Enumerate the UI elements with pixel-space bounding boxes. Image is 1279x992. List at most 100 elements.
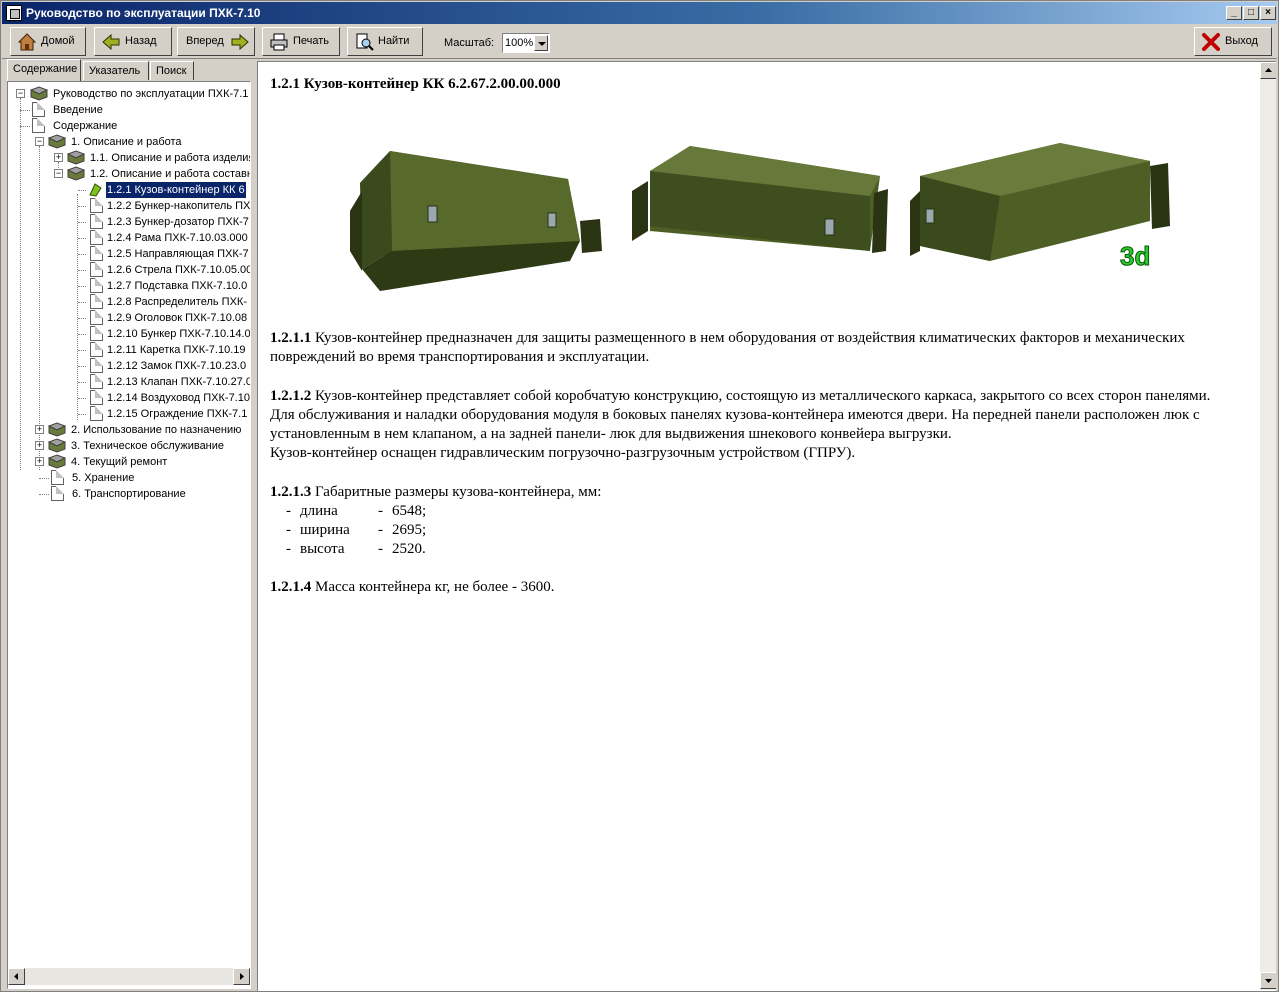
expand-icon[interactable]: + xyxy=(35,457,44,466)
tree-node-ch2[interactable]: + 2. Использование по назначению xyxy=(32,422,250,438)
tree-label: 1.2.12 Замок ПХК-7.10.23.0 xyxy=(107,360,247,372)
page-icon xyxy=(32,102,45,117)
page-icon xyxy=(90,262,103,277)
tree-node-item[interactable]: 1.2.13 Клапан ПХК-7.10.27.0 xyxy=(78,374,250,390)
tree-node-item[interactable]: 1.2.1 Кузов-контейнер КК 6 xyxy=(78,181,250,199)
tree-label: 1.2.3 Бункер-дозатор ПХК-7 xyxy=(107,216,249,228)
zoom-value: 100% xyxy=(505,37,534,49)
dimension-row: - длина -6548; xyxy=(286,503,427,519)
collapse-icon[interactable]: − xyxy=(35,137,44,146)
chevron-down-icon[interactable] xyxy=(534,35,548,51)
tree-node-item[interactable]: 1.2.10 Бункер ПХК-7.10.14.0 xyxy=(78,326,250,342)
collapse-icon[interactable]: − xyxy=(16,89,25,98)
dimension-value: 6548; xyxy=(392,503,427,519)
home-button[interactable]: Домой xyxy=(10,27,86,56)
tree-node-item[interactable]: 1.2.14 Воздуховод ПХК-7.10 xyxy=(78,390,250,406)
maximize-button[interactable]: □ xyxy=(1243,6,1259,20)
tree-node-item[interactable]: 1.2.4 Рама ПХК-7.10.03.000 xyxy=(78,230,250,246)
tree-node-item[interactable]: 1.2.12 Замок ПХК-7.10.23.0 xyxy=(78,358,250,374)
page-icon xyxy=(90,326,103,341)
page-icon xyxy=(90,246,103,261)
expand-icon[interactable]: + xyxy=(54,153,63,162)
tree-node-item[interactable]: 1.2.11 Каретка ПХК-7.10.19 xyxy=(78,342,250,358)
toolbar: Домой Назад Вперед Печать Найти Масштаб:… xyxy=(2,25,1277,59)
tab-search[interactable]: Поиск xyxy=(150,61,194,80)
dimension-name: ширина xyxy=(300,522,350,538)
tree-label: Введение xyxy=(53,104,103,116)
expand-icon[interactable]: + xyxy=(35,425,44,434)
tab-index[interactable]: Указатель xyxy=(83,61,149,80)
page-icon xyxy=(90,310,103,325)
arrow-right-small-icon xyxy=(240,973,244,980)
tree-node-item[interactable]: 1.2.6 Стрела ПХК-7.10.05.00 xyxy=(78,262,250,278)
close-button[interactable]: × xyxy=(1260,6,1276,20)
vertical-scrollbar[interactable] xyxy=(1259,62,1276,990)
tree-node-item[interactable]: 1.2.3 Бункер-дозатор ПХК-7 xyxy=(78,214,250,230)
home-label: Домой xyxy=(41,35,75,47)
collapse-icon[interactable]: − xyxy=(54,169,63,178)
tree-node-ch4[interactable]: + 4. Текущий ремонт xyxy=(32,454,250,470)
scroll-up-button[interactable] xyxy=(1260,62,1276,79)
exit-button[interactable]: Выход xyxy=(1194,27,1272,56)
back-button[interactable]: Назад xyxy=(94,27,172,56)
paragraph-2-line-3: Кузов-контейнер оснащен гидравлическим п… xyxy=(270,445,856,461)
tree-node-intro[interactable]: Введение xyxy=(20,102,250,118)
expand-icon[interactable]: + xyxy=(35,441,44,450)
arrow-left-small-icon xyxy=(14,973,18,980)
tree-node-ch1-2[interactable]: − 1.2. Описание и работа составных xyxy=(51,166,250,182)
page-icon xyxy=(90,406,103,421)
dimension-name: высота xyxy=(300,541,345,557)
minimize-button[interactable]: _ xyxy=(1226,6,1242,20)
tab-contents[interactable]: Содержание xyxy=(7,59,81,81)
tree-label: 2. Использование по назначению xyxy=(71,424,242,436)
scroll-down-button[interactable] xyxy=(1260,972,1276,989)
app-icon xyxy=(6,5,22,21)
tree-node-ch6[interactable]: 6. Транспортирование xyxy=(39,486,250,502)
tree-node-item[interactable]: 1.2.7 Подставка ПХК-7.10.0 xyxy=(78,278,250,294)
book-icon xyxy=(48,454,66,469)
scroll-left-button[interactable] xyxy=(8,968,25,985)
tree-node-item[interactable]: 1.2.2 Бункер-накопитель ПХ xyxy=(78,198,250,214)
tree-node-ch5[interactable]: 5. Хранение xyxy=(39,470,250,486)
tree-label: 1.2.11 Каретка ПХК-7.10.19 xyxy=(107,344,246,356)
document-pane: 1.2.1 Кузов-контейнер КК 6.2.67.2.00.00.… xyxy=(257,61,1276,991)
back-label: Назад xyxy=(125,35,157,47)
dimension-value: 2520. xyxy=(392,541,426,557)
zoom-select[interactable]: 100% xyxy=(502,33,550,53)
paragraph-2-line-2: Для обслуживания и наладки оборудования … xyxy=(270,407,1200,442)
tree-label: 1.1. Описание и работа изделия xyxy=(90,152,250,164)
print-button[interactable]: Печать xyxy=(262,27,340,56)
horizontal-scrollbar[interactable] xyxy=(8,968,250,985)
forward-label: Вперед xyxy=(186,35,224,47)
find-button[interactable]: Найти xyxy=(347,27,423,56)
tree-label: 4. Текущий ремонт xyxy=(71,456,168,468)
forward-button[interactable]: Вперед xyxy=(177,27,255,56)
page-icon xyxy=(90,342,103,357)
dimension-name: длина xyxy=(300,503,338,519)
tree-node-contents[interactable]: Содержание xyxy=(20,118,250,134)
navigation-pane: Содержание Указатель Поиск − Руководство… xyxy=(5,59,253,991)
tree-node-item[interactable]: 1.2.8 Распределитель ПХК- xyxy=(78,294,250,310)
page-icon xyxy=(90,294,103,309)
paragraph-3-text: Габаритные размеры кузова-контейнера, мм… xyxy=(311,484,602,500)
page-icon xyxy=(90,214,103,229)
window-title: Руководство по эксплуатации ПХК-7.10 xyxy=(26,6,261,20)
tree-node-item[interactable]: 1.2.15 Ограждение ПХК-7.1 xyxy=(78,406,250,422)
title-bar: Руководство по эксплуатации ПХК-7.10 _ □… xyxy=(2,2,1277,24)
container-view-1 xyxy=(350,151,602,291)
arrow-left-icon xyxy=(102,33,120,51)
tree-label: 1.2.4 Рама ПХК-7.10.03.000 xyxy=(107,232,248,244)
tree-node-root[interactable]: − Руководство по эксплуатации ПХК-7.1 xyxy=(12,86,250,102)
container-images: 3d xyxy=(270,101,1255,311)
scroll-right-button[interactable] xyxy=(233,968,250,985)
tree-node-ch1-1[interactable]: + 1.1. Описание и работа изделия xyxy=(51,150,250,166)
dimensions-list: - длина -6548; - ширина -2695; - высота -2520. xyxy=(286,502,1255,559)
book-icon xyxy=(48,422,66,437)
app-window: Руководство по эксплуатации ПХК-7.10 _ □… xyxy=(0,0,1279,992)
tree-label: 1.2.10 Бункер ПХК-7.10.14.0 xyxy=(107,328,250,340)
tree-node-ch3[interactable]: + 3. Техническое обслуживание xyxy=(32,438,250,454)
tree-label: 1.2.5 Направляющая ПХК-7 xyxy=(107,248,249,260)
tree-node-item[interactable]: 1.2.9 Оголовок ПХК-7.10.08 xyxy=(78,310,250,326)
tree-node-item[interactable]: 1.2.5 Направляющая ПХК-7 xyxy=(78,246,250,262)
tree-node-ch1[interactable]: − 1. Описание и работа xyxy=(32,134,250,150)
